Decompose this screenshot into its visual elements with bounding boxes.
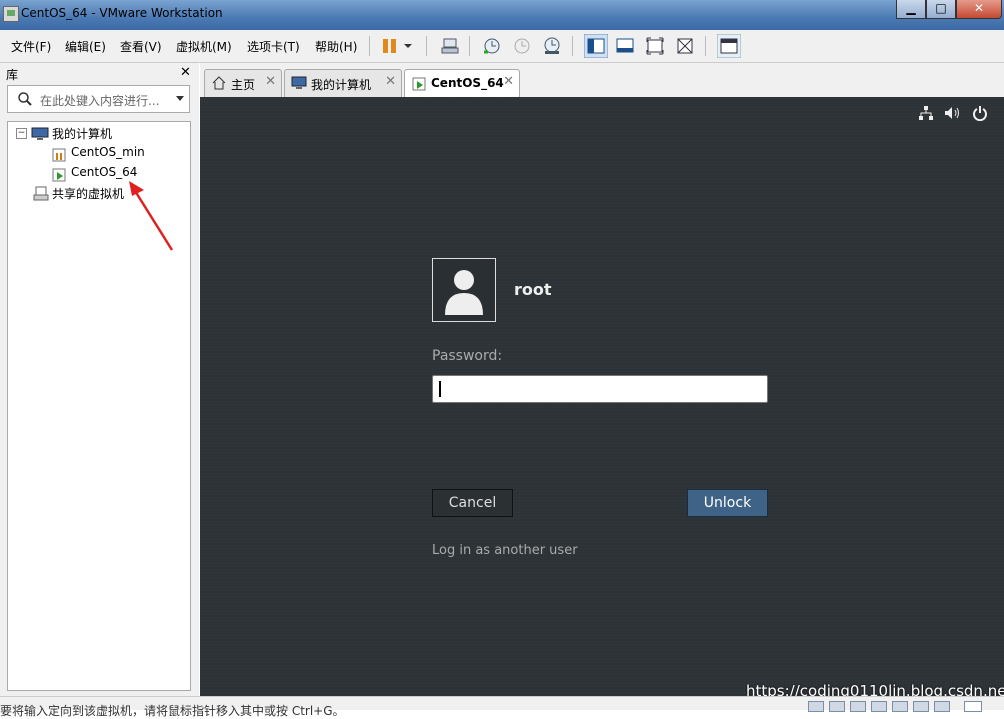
preferences-view-icon[interactable]: [717, 34, 741, 58]
cd-dvd-icon[interactable]: [829, 701, 845, 712]
vm-icon: [52, 148, 66, 162]
menu-tabs[interactable]: 选项卡(T): [247, 38, 300, 55]
network-adapter-icon[interactable]: [850, 701, 866, 712]
tab-close-icon[interactable]: ✕: [265, 74, 276, 89]
minimize-button[interactable]: ▁: [896, 0, 926, 19]
snapshot-icon[interactable]: [482, 36, 502, 56]
hard-disk-icon[interactable]: [808, 701, 824, 712]
password-input[interactable]: [432, 375, 768, 403]
tab-centos-64[interactable]: CentOS_64 ✕: [404, 69, 520, 98]
username-label: root: [514, 280, 552, 299]
tab-close-icon[interactable]: ✕: [385, 74, 396, 89]
title-bar: CentOS_64 - VMware Workstation ▁ □ ✕: [0, 0, 1004, 30]
tree-vm-centos-64[interactable]: CentOS_64: [71, 165, 137, 179]
status-bar: 要将输入定向到该虚拟机，请将鼠标指针移入其中或按 Ctrl+G。: [0, 696, 1004, 718]
window-controls: ▁ □ ✕: [896, 0, 1002, 20]
message-log-icon[interactable]: [964, 701, 982, 712]
unity-icon[interactable]: [675, 36, 695, 56]
menu-file[interactable]: 文件(F): [11, 38, 51, 55]
menu-help[interactable]: 帮助(H): [315, 38, 357, 55]
menu-vm[interactable]: 虚拟机(M): [176, 38, 232, 55]
usb-icon[interactable]: [871, 701, 887, 712]
library-search-input[interactable]: 在此处键入内容进行...: [7, 85, 190, 113]
window-title: CentOS_64 - VMware Workstation: [21, 6, 223, 20]
tree-vm-centos-min[interactable]: CentOS_min: [71, 145, 145, 159]
menu-edit[interactable]: 编辑(E): [65, 38, 106, 55]
menu-view[interactable]: 查看(V): [120, 38, 162, 55]
chevron-down-icon[interactable]: [401, 36, 415, 56]
collapse-toggle[interactable]: −: [16, 128, 27, 139]
vm-running-icon: [412, 77, 426, 91]
log-in-as-another-user-link[interactable]: Log in as another user: [432, 543, 578, 558]
close-button[interactable]: ✕: [956, 0, 1002, 19]
menu-bar: 文件(F) 编辑(E) 查看(V) 虚拟机(M) 选项卡(T) 帮助(H): [0, 30, 1004, 63]
annotation-arrow: [129, 181, 174, 251]
vm-running-icon: [52, 168, 66, 182]
tab-my-computer[interactable]: 我的计算机 ✕: [284, 69, 402, 97]
vmware-app-icon: [3, 6, 19, 22]
printer-icon[interactable]: [913, 701, 929, 712]
tree-shared-vms[interactable]: 共享的虚拟机: [52, 185, 124, 202]
maximize-button[interactable]: □: [926, 0, 956, 19]
revert-snapshot-icon[interactable]: [512, 36, 532, 56]
library-panel: 库 ✕ 在此处键入内容进行... − 我的计算机 CentOS_min Cent…: [0, 63, 199, 709]
power-icon[interactable]: [972, 105, 988, 121]
chevron-down-icon[interactable]: [175, 95, 185, 103]
full-screen-icon[interactable]: [645, 36, 665, 56]
computer-icon: [291, 76, 307, 89]
display-icon[interactable]: [934, 701, 950, 712]
network-icon[interactable]: [918, 105, 934, 121]
cancel-button[interactable]: Cancel: [432, 489, 513, 517]
system-status-area[interactable]: [918, 105, 988, 121]
guest-screen[interactable]: root Password: Cancel Unlock Log in as a…: [200, 97, 1004, 696]
volume-icon[interactable]: [944, 105, 962, 121]
computer-icon: [31, 127, 49, 140]
snapshot-manager-icon[interactable]: [542, 36, 562, 56]
sound-card-icon[interactable]: [892, 701, 908, 712]
unlock-button[interactable]: Unlock: [687, 489, 768, 517]
console-view-icon[interactable]: [615, 36, 635, 56]
pause-icon[interactable]: [380, 36, 400, 56]
tab-centos-64-label: CentOS_64: [431, 76, 504, 90]
password-label: Password:: [432, 348, 503, 364]
tab-home[interactable]: 主页 ✕: [204, 69, 282, 97]
tree-my-computer[interactable]: 我的计算机: [52, 125, 112, 142]
user-icon: [445, 270, 483, 315]
library-header: 库: [6, 68, 19, 82]
library-close-icon[interactable]: ✕: [180, 65, 191, 80]
tab-home-label: 主页: [231, 78, 256, 92]
text-caret: [439, 381, 441, 397]
home-icon: [212, 76, 226, 90]
status-text: 要将输入定向到该虚拟机，请将鼠标指针移入其中或按 Ctrl+G。: [0, 704, 345, 718]
tab-close-icon[interactable]: ✕: [503, 74, 514, 89]
send-ctrl-alt-del-icon[interactable]: [440, 36, 460, 56]
library-tree: − 我的计算机 CentOS_min CentOS_64 共享的虚拟机: [7, 121, 191, 691]
tab-bar: 主页 ✕ 我的计算机 ✕ CentOS_64 ✕: [200, 63, 1004, 98]
search-placeholder: 在此处键入内容进行...: [40, 94, 160, 108]
user-avatar: [432, 258, 496, 322]
show-library-icon[interactable]: [584, 34, 608, 58]
tab-my-computer-label: 我的计算机: [311, 78, 372, 92]
search-icon: [18, 92, 32, 106]
shared-vms-icon: [33, 186, 49, 201]
